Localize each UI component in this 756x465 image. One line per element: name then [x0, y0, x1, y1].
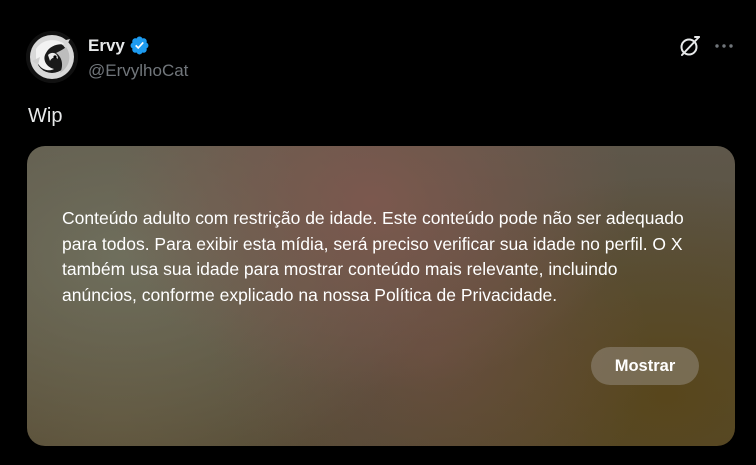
more-dots-icon[interactable]	[712, 34, 736, 58]
sensitive-media-container[interactable]: Conteúdo adulto com restrição de idade. …	[27, 146, 735, 446]
show-media-button[interactable]: Mostrar	[591, 347, 699, 385]
author-handle[interactable]: @ErvylhoCat	[88, 61, 188, 81]
verified-badge-icon[interactable]	[129, 35, 150, 56]
post-text: Wip	[28, 105, 63, 127]
dragon-avatar-image	[26, 31, 78, 83]
post: Ervy @ErvylhoCat Wip Conteúdo adulto com…	[0, 0, 756, 465]
author-name-row: Ervy	[88, 35, 150, 56]
grok-slash-icon[interactable]	[678, 34, 702, 58]
content-warning-text: Conteúdo adulto com restrição de idade. …	[62, 208, 684, 305]
avatar[interactable]	[26, 31, 78, 83]
author-display-name[interactable]: Ervy	[88, 36, 125, 56]
